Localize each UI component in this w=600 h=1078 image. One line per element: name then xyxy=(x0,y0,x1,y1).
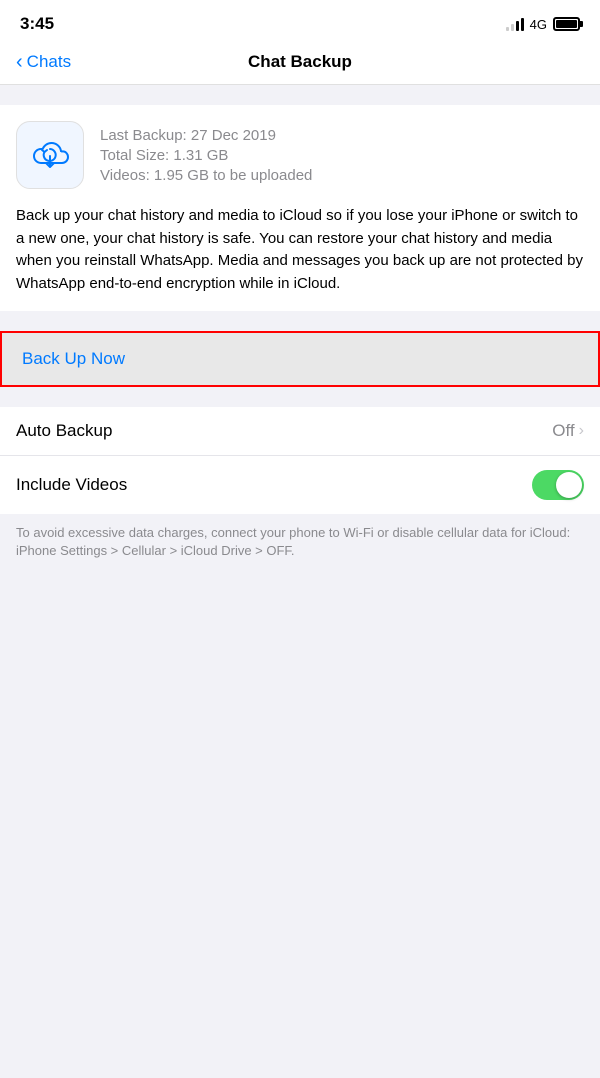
back-label: Chats xyxy=(27,52,71,72)
signal-icon xyxy=(506,17,524,31)
auto-backup-row[interactable]: Auto Backup Off › xyxy=(0,407,600,456)
network-label: 4G xyxy=(530,17,547,32)
auto-backup-value: Off xyxy=(552,421,574,441)
toggle-knob xyxy=(556,472,582,498)
chevron-left-icon: ‹ xyxy=(16,52,23,72)
nav-bar: ‹ Chats Chat Backup xyxy=(0,44,600,85)
status-bar: 3:45 4G xyxy=(0,0,600,44)
status-icons: 4G xyxy=(506,17,580,32)
settings-section: Auto Backup Off › Include Videos xyxy=(0,407,600,514)
status-time: 3:45 xyxy=(20,14,54,34)
cloud-icon xyxy=(28,137,72,173)
footer-note-text: To avoid excessive data charges, connect… xyxy=(16,525,570,558)
auto-backup-value-wrap: Off › xyxy=(552,421,584,441)
backup-info-row: Last Backup: 27 Dec 2019 Total Size: 1.3… xyxy=(16,121,584,189)
battery-fill xyxy=(556,20,577,28)
section-gap-top xyxy=(0,85,600,105)
include-videos-toggle[interactable] xyxy=(532,470,584,500)
last-backup-text: Last Backup: 27 Dec 2019 xyxy=(100,127,312,144)
auto-backup-label: Auto Backup xyxy=(16,421,112,441)
page-title: Chat Backup xyxy=(248,52,352,72)
chevron-right-icon: › xyxy=(579,422,584,440)
include-videos-label: Include Videos xyxy=(16,475,127,495)
footer-note: To avoid excessive data charges, connect… xyxy=(0,514,600,580)
videos-text: Videos: 1.95 GB to be uploaded xyxy=(100,167,312,184)
backup-now-button[interactable]: Back Up Now xyxy=(0,331,600,387)
backup-card: Last Backup: 27 Dec 2019 Total Size: 1.3… xyxy=(0,105,600,311)
include-videos-row: Include Videos xyxy=(0,456,600,514)
total-size-text: Total Size: 1.31 GB xyxy=(100,147,312,164)
back-button[interactable]: ‹ Chats xyxy=(16,52,71,72)
battery-icon xyxy=(553,17,580,31)
backup-details: Last Backup: 27 Dec 2019 Total Size: 1.3… xyxy=(100,127,312,184)
backup-description: Back up your chat history and media to i… xyxy=(16,205,584,295)
section-gap-mid xyxy=(0,311,600,331)
cloud-icon-wrap xyxy=(16,121,84,189)
